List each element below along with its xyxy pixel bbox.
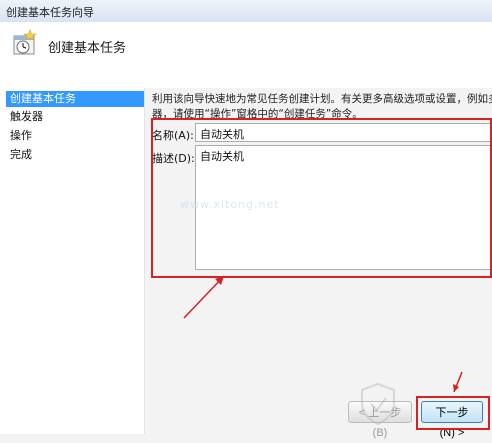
sidebar-item-trigger[interactable]: 触发器 <box>6 109 144 125</box>
sidebar-item-action[interactable]: 操作 <box>6 128 144 144</box>
window-titlebar: 创建基本任务向导 <box>0 0 492 23</box>
wizard-steps-sidebar: 创建基本任务 触发器 操作 完成 <box>0 88 145 434</box>
wizard-header: 创建基本任务 <box>0 22 492 89</box>
sidebar-item-label: 触发器 <box>10 110 43 123</box>
task-scheduler-clock-icon <box>13 29 37 55</box>
annotation-arrow-fields <box>183 275 225 319</box>
annotation-highlight-fields <box>151 118 492 278</box>
sidebar-item-label: 创建基本任务 <box>10 92 76 105</box>
sidebar-item-label: 操作 <box>10 129 32 142</box>
sidebar-item-label: 完成 <box>10 148 32 161</box>
sidebar-item-create-basic-task[interactable]: 创建基本任务 <box>6 91 144 107</box>
description-line-1: 利用该向导快速地为常见任务创建计划。有关更多高级选项或设置，例如多任务操 <box>152 93 492 105</box>
site-logo-watermark <box>361 382 395 426</box>
sidebar-item-finish[interactable]: 完成 <box>6 147 144 163</box>
page-title: 创建基本任务 <box>48 41 127 56</box>
window-title: 创建基本任务向导 <box>6 6 94 19</box>
